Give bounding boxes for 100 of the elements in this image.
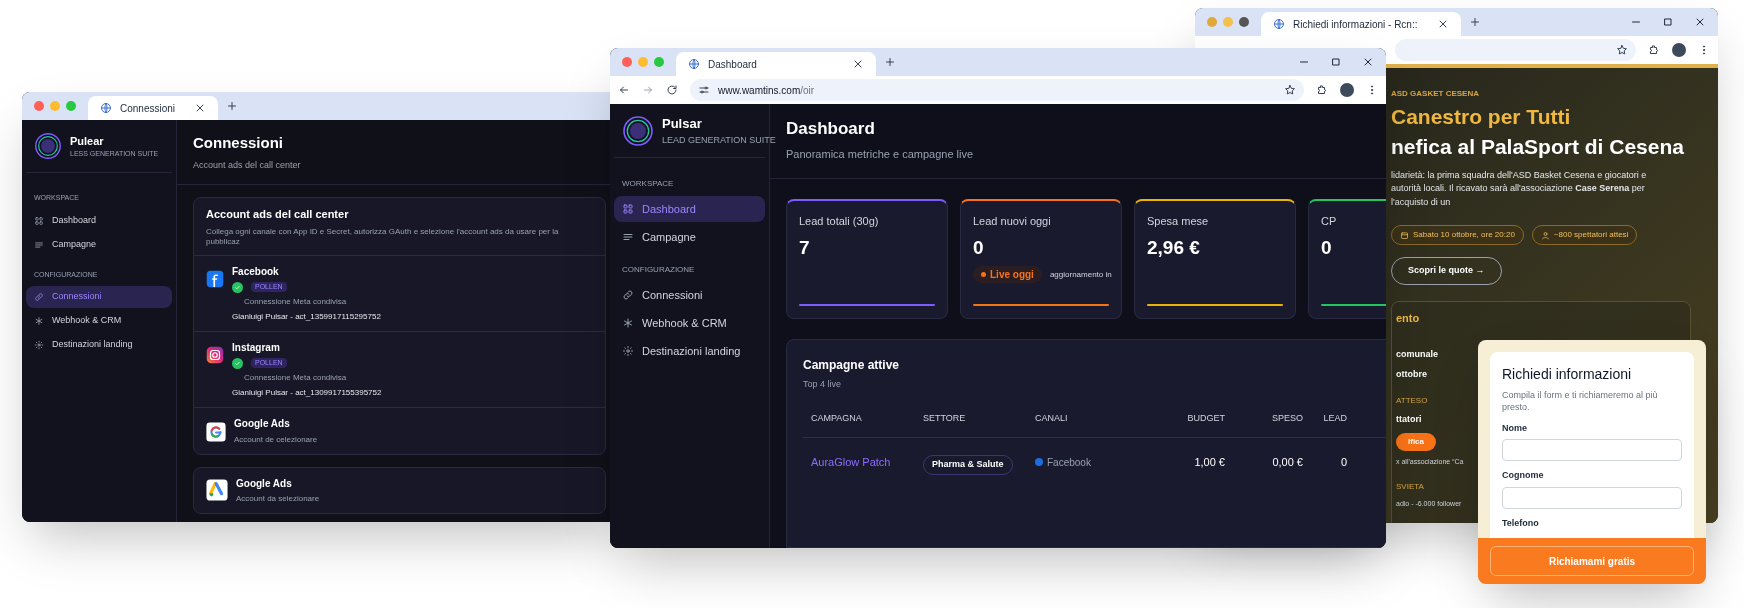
table-cell-text: 1,00 € — [1193, 455, 1225, 470]
column-header: CANALI — [1035, 411, 1069, 425]
column-header: LEAD — [1322, 411, 1347, 425]
browser-tab[interactable]: Connessioni — [88, 96, 218, 120]
detail-label: SVIETA — [1396, 481, 1424, 493]
star-icon[interactable] — [1284, 84, 1296, 96]
brand-name: Pulear — [70, 133, 105, 149]
grid-icon — [622, 203, 634, 215]
google-ads-icon — [206, 479, 228, 501]
maximize-icon[interactable] — [1330, 56, 1342, 68]
detail-label: ATTESO — [1396, 395, 1428, 407]
facebook-icon — [206, 269, 224, 288]
puzzle-icon[interactable] — [1316, 84, 1328, 96]
info-chip: Sabato 10 ottobre, ore 20:20 — [1391, 225, 1524, 245]
stat-label: Lead nuovi oggi — [973, 214, 1052, 229]
tune-icon[interactable] — [698, 84, 710, 96]
close-icon[interactable] — [1694, 16, 1706, 28]
tab-title: Connessioni — [120, 101, 177, 116]
stat-value: 2,96 € — [1147, 235, 1201, 260]
card-subtitle: Top 4 live — [803, 378, 843, 391]
card-description: Collega ogni canale con App ID e Secret, autorizza GAuth e selezione l'account ads da usare per la pubblicaz — [206, 226, 560, 247]
person-icon — [1540, 230, 1550, 240]
panel-title: ento — [1396, 310, 1420, 326]
nav-item[interactable]: Connessioni — [26, 286, 172, 308]
avatar-icon[interactable] — [1340, 83, 1354, 97]
nav-item[interactable]: Campagne — [614, 224, 765, 250]
page-title: Connessioni — [193, 133, 284, 153]
new-tab-icon[interactable] — [226, 100, 238, 112]
table-cell-text: 0,00 € — [1271, 455, 1303, 470]
card-title: Campagne attive — [803, 357, 901, 374]
nav-item[interactable]: Campagne — [26, 233, 172, 256]
sun-icon — [34, 340, 44, 350]
stat-value: 0 — [973, 235, 985, 260]
column-header: CAMPAGNA — [811, 411, 863, 425]
nav-item[interactable]: Webhook & CRM — [614, 310, 765, 336]
detail-value: comunale — [1396, 348, 1438, 361]
account-note: Connessione Meta condivisa — [243, 295, 348, 308]
column-header: SPESO — [1271, 411, 1303, 425]
detail-value: ttatori — [1396, 413, 1422, 426]
browser-tab[interactable]: Richiedi informazioni - Rcn:: — [1261, 12, 1461, 36]
stat-value: 0 — [1321, 235, 1333, 260]
brand-name: Pulsar — [662, 115, 703, 133]
nav-item[interactable]: Dashboard — [614, 196, 765, 222]
instagram-icon — [206, 345, 224, 364]
account-name: Google Ads — [236, 476, 293, 491]
new-tab-icon[interactable] — [884, 56, 896, 68]
logo-icon — [34, 132, 62, 160]
google-icon — [206, 421, 226, 442]
account-note: Account da selezionare — [236, 492, 320, 505]
column-header: SETTORE — [923, 411, 967, 425]
page-subtitle: Panoramica metriche e campagne live — [786, 146, 975, 162]
tab-title: Richiedi informazioni - Rcn:: — [1293, 17, 1419, 32]
form-description: Compila il form e ti richiameremo al più presto. — [1502, 389, 1659, 414]
campaign-link[interactable]: AuraGlow Patch — [811, 454, 923, 471]
account-name: Facebook — [232, 264, 280, 279]
star-icon[interactable] — [1616, 44, 1628, 56]
card-title: Account ads del call center — [206, 207, 350, 222]
form-title: Richiedi informazioni — [1502, 365, 1633, 384]
brand-tagline: LEAD GENERATION SUITE — [662, 133, 776, 147]
globe-icon — [1273, 18, 1285, 30]
close-icon[interactable] — [852, 58, 864, 70]
puzzle-icon[interactable] — [1648, 44, 1660, 56]
section-heading: CONFIGURAZIONE — [621, 264, 696, 276]
maximize-icon[interactable] — [1662, 16, 1674, 28]
close-icon[interactable] — [194, 102, 206, 114]
stat-value: 7 — [799, 235, 811, 260]
logo-icon — [622, 114, 654, 147]
nav-item[interactable]: Destinazioni landing — [26, 334, 172, 356]
new-tab-icon[interactable] — [1469, 16, 1481, 28]
nav-item[interactable]: Webhook & CRM — [26, 310, 172, 332]
account-note: Connessione Meta condivisa — [243, 371, 348, 384]
address-bar[interactable]: www.wamtins.com/oir — [690, 79, 1304, 101]
reload-icon[interactable] — [666, 84, 678, 96]
grid-icon — [34, 215, 44, 226]
back-icon[interactable] — [618, 84, 630, 96]
field-label: Cognome — [1502, 469, 1545, 483]
list-icon — [622, 231, 634, 243]
nav-item[interactable]: Dashboard — [26, 209, 172, 232]
stat-note: aggiornamento in — [1049, 268, 1112, 281]
close-icon[interactable] — [1362, 56, 1374, 68]
event-eyebrow: ASD GASKET CESENA — [1391, 88, 1480, 100]
table-cell-text: 0 — [1339, 455, 1347, 470]
input-field[interactable] — [1502, 486, 1682, 509]
section-heading: WORKSPACE — [621, 178, 675, 190]
info-chip: ~800 spettatori attesi — [1531, 225, 1638, 245]
headline-accent: Canestro per Tutti — [1391, 104, 1572, 130]
account-note: Account de celezionare — [234, 433, 318, 446]
nav-item[interactable]: Destinazioni landing — [614, 338, 765, 364]
browser-tab[interactable]: Dashboard — [676, 52, 876, 76]
avatar-icon[interactable] — [1672, 43, 1686, 57]
intro-paragraph: lidarietà: la prima squadra dell'ASD Basket Cesena e giocatori e autorità locali. Il ricavato sarà all'associazione Case Serena per l'acquisto di un — [1391, 168, 1648, 209]
live-badge: Live oggi — [973, 266, 1042, 283]
input-field[interactable] — [1502, 439, 1682, 462]
list-icon — [34, 239, 44, 250]
close-icon[interactable] — [1437, 18, 1449, 30]
field-label: Telefono — [1502, 516, 1540, 530]
nav-item[interactable]: Connessioni — [614, 282, 765, 308]
link-icon — [34, 292, 44, 302]
calendar-icon — [1400, 230, 1409, 240]
account-id: Gianluigi Pulsar - act_1309917155395752 — [232, 386, 382, 399]
